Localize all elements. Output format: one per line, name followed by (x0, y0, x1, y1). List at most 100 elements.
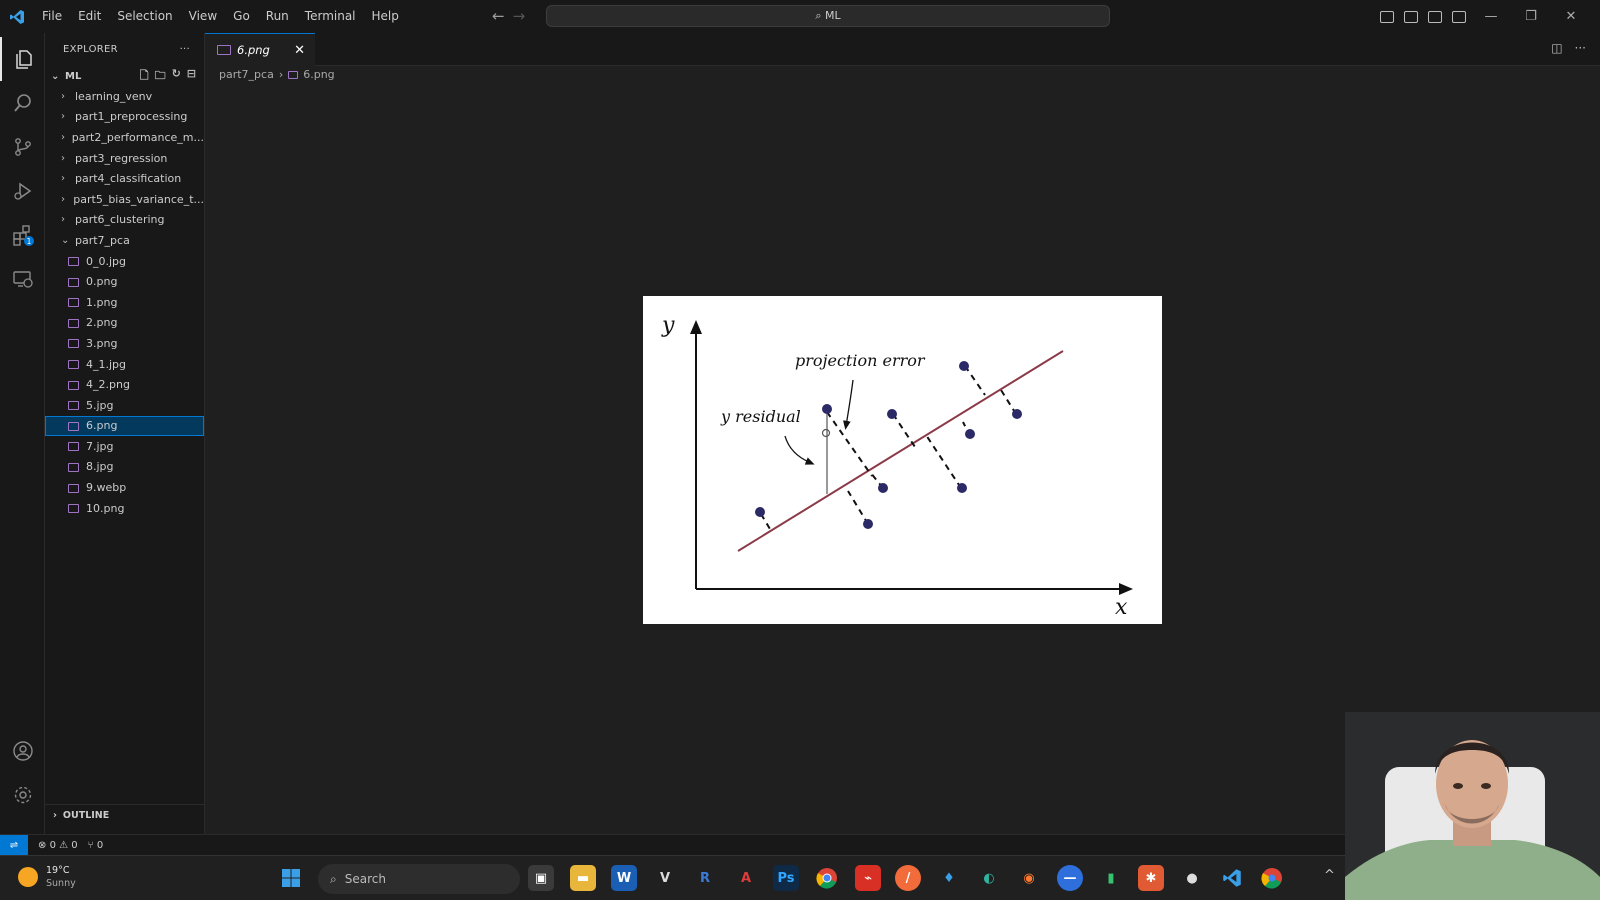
ports-icon: ⑂ (87, 839, 94, 851)
new-folder-icon[interactable]: 🗀 (155, 67, 166, 86)
menu-run[interactable]: Run (258, 0, 297, 33)
file-2-png[interactable]: 2.png (45, 313, 204, 334)
chrome-profile-icon[interactable] (1259, 865, 1285, 891)
explorer-toolbar: 🗋 🗀 ↻ ⊟ (140, 67, 204, 86)
taskbar-search[interactable]: ⌕ Search (318, 864, 520, 894)
menu-view[interactable]: View (181, 0, 225, 33)
collapse-all-icon[interactable]: ⊟ (187, 67, 196, 86)
file-label: 2.png (86, 316, 118, 330)
folder-part3-regression[interactable]: › part3_regression (45, 148, 204, 169)
forward-arrow-icon[interactable]: → (513, 7, 526, 25)
explorer-header: EXPLORER ··· (45, 33, 204, 66)
acrobat-icon[interactable]: A (733, 865, 759, 891)
file-label: 7.jpg (86, 439, 114, 453)
projection-error-arrow (843, 379, 854, 430)
image-file-icon (67, 503, 81, 514)
file-7-jpg[interactable]: 7.jpg (45, 436, 204, 457)
search-icon[interactable] (0, 81, 45, 125)
app-icon[interactable]: ♦ (936, 865, 962, 891)
word-icon[interactable]: W (611, 865, 637, 891)
breadcrumb-file[interactable]: 6.png (303, 68, 334, 81)
toggle-secondary-sidebar-icon[interactable] (1428, 10, 1442, 23)
close-window-button[interactable]: ✕ (1556, 9, 1586, 24)
file-3-png[interactable]: 3.png (45, 333, 204, 354)
problems-status[interactable]: ⊗ 0 ⚠ 0 (38, 840, 78, 851)
file-0-0-jpg[interactable]: 0_0.jpg (45, 251, 204, 272)
breadcrumb-folder[interactable]: part7_pca (219, 68, 274, 81)
edge-icon[interactable]: ◐ (976, 865, 1002, 891)
new-file-icon[interactable]: 🗋 (140, 67, 149, 86)
extensions-icon[interactable]: 1 (0, 213, 45, 257)
toggle-sidebar-icon[interactable] (1380, 10, 1394, 23)
orange-app-icon[interactable]: / (895, 865, 921, 891)
file-8-jpg[interactable]: 8.jpg (45, 457, 204, 478)
menu-file[interactable]: File (34, 0, 70, 33)
windows-start-icon[interactable] (278, 865, 304, 891)
menu-terminal[interactable]: Terminal (297, 0, 364, 33)
task-view-icon[interactable]: ▣ (528, 865, 554, 891)
file-9-webp[interactable]: 9.webp (45, 477, 204, 498)
error-icon: ⊗ (38, 839, 47, 851)
fit-line (737, 350, 1064, 552)
file-4-1-jpg[interactable]: 4_1.jpg (45, 354, 204, 375)
accounts-icon[interactable] (0, 729, 45, 773)
refresh-icon[interactable]: ↻ (172, 67, 181, 86)
back-arrow-icon[interactable]: ← (492, 7, 505, 25)
settings-gear-icon[interactable] (0, 773, 45, 817)
minimize-button[interactable]: — (1476, 9, 1506, 24)
firefox-icon[interactable]: ◉ (1016, 865, 1042, 891)
photoshop-icon[interactable]: Ps (773, 865, 799, 891)
obs-icon[interactable]: ● (1179, 865, 1205, 891)
toggle-panel-icon[interactable] (1404, 10, 1418, 23)
vectr-icon[interactable]: V (652, 865, 678, 891)
explorer-icon[interactable] (0, 37, 45, 81)
chevron-up-icon[interactable]: ^ (1324, 868, 1335, 883)
projection-error-line (925, 434, 962, 489)
menu-selection[interactable]: Selection (109, 0, 180, 33)
folder-part6-clustering[interactable]: › part6_clustering (45, 210, 204, 231)
file-5-jpg[interactable]: 5.jpg (45, 395, 204, 416)
source-control-icon[interactable] (0, 125, 45, 169)
folder-learning-venv[interactable]: › learning_venv (45, 86, 204, 107)
command-center-search[interactable]: ⌕ ML (546, 5, 1110, 27)
folder-part1-preprocessing[interactable]: › part1_preprocessing (45, 107, 204, 128)
ports-status[interactable]: ⑂ 0 (88, 840, 104, 851)
data-point (755, 507, 765, 517)
file-6-png[interactable]: 6.png (45, 415, 204, 437)
remote-explorer-icon[interactable] (0, 257, 45, 301)
run-debug-icon[interactable] (0, 169, 45, 213)
customize-layout-icon[interactable] (1452, 10, 1466, 23)
more-actions-icon[interactable]: ··· (1575, 41, 1586, 55)
r-app-icon[interactable]: R (692, 865, 718, 891)
folder-part2-performance[interactable]: › part2_performance_m... (45, 127, 204, 148)
weather-widget[interactable]: 19°C Sunny (18, 864, 76, 890)
menu-go[interactable]: Go (225, 0, 258, 33)
remote-indicator-icon[interactable]: ⇌ (0, 834, 28, 856)
menu-edit[interactable]: Edit (70, 0, 109, 33)
close-tab-icon[interactable]: ✕ (294, 43, 305, 58)
blue-app-icon[interactable]: — (1057, 865, 1083, 891)
more-actions-icon[interactable]: ··· (180, 44, 190, 55)
outline-section[interactable]: › OUTLINE (45, 804, 205, 826)
file-4-2-png[interactable]: 4_2.png (45, 374, 204, 395)
vscode-taskbar-icon[interactable] (1219, 865, 1245, 891)
chevron-right-icon: › (61, 131, 65, 143)
file-10-png[interactable]: 10.png (45, 498, 204, 519)
pdf-reader-icon[interactable]: ⌁ (855, 865, 881, 891)
data-point (863, 519, 873, 529)
folder-part4-classification[interactable]: › part4_classification (45, 168, 204, 189)
folder-part7-pca[interactable]: ⌄ part7_pca (45, 230, 204, 251)
restore-button[interactable]: ❐ (1516, 9, 1546, 24)
chrome-icon[interactable] (814, 865, 840, 891)
tab-6-png[interactable]: 6.png ✕ (205, 33, 315, 66)
folder-part5-bias-variance[interactable]: › part5_bias_variance_t... (45, 189, 204, 210)
split-editor-icon[interactable]: ◫ (1551, 41, 1562, 55)
green-app-icon[interactable]: ▮ (1098, 865, 1124, 891)
red-tool-icon[interactable]: ✱ (1138, 865, 1164, 891)
file-0-png[interactable]: 0.png (45, 271, 204, 292)
workspace-root[interactable]: ⌄ ML 🗋 🗀 ↻ ⊟ (45, 66, 204, 86)
file-1-png[interactable]: 1.png (45, 292, 204, 313)
file-explorer-icon[interactable]: ▬ (570, 865, 596, 891)
error-count: 0 (49, 839, 56, 851)
menu-help[interactable]: Help (364, 0, 407, 33)
